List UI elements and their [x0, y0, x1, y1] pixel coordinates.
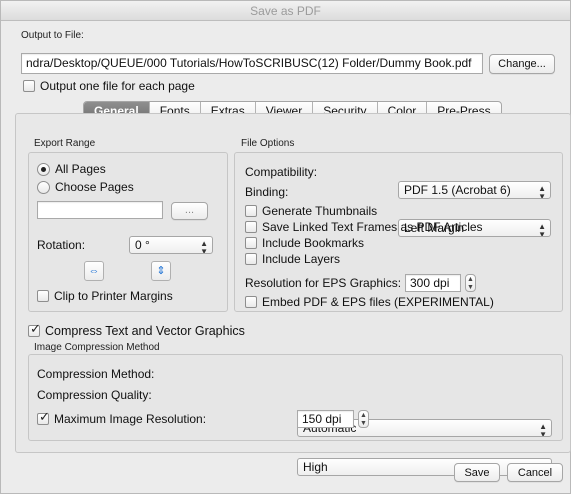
one-file-each-page-checkbox[interactable]: [23, 80, 35, 92]
rotation-value: 0 °: [135, 238, 150, 252]
compatibility-label: Compatibility:: [245, 165, 318, 179]
save-linked-frames-checkbox[interactable]: [245, 221, 257, 233]
save-linked-frames-option[interactable]: Save Linked Text Frames as PDF Articles: [245, 220, 483, 234]
max-image-resolution-checkbox[interactable]: ✓: [37, 409, 50, 425]
eps-resolution-stepper-icon[interactable]: ▲ ▼: [465, 274, 476, 292]
eps-resolution-label: Resolution for EPS Graphics:: [245, 276, 402, 290]
rotation-label: Rotation:: [37, 238, 86, 252]
max-image-resolution-input[interactable]: 150 dpi: [297, 410, 354, 428]
generate-thumbnails-checkbox[interactable]: [245, 205, 257, 217]
select-arrows-icon: ▲▼: [200, 239, 208, 254]
one-file-each-page-label: Output one file for each page: [40, 79, 195, 93]
generate-thumbnails-option[interactable]: Generate Thumbnails: [245, 204, 377, 218]
choose-pages-browse-button[interactable]: ...: [171, 202, 208, 220]
select-arrows-icon: ▲▼: [538, 222, 546, 237]
rotate-vertical-icon[interactable]: ⇕: [151, 261, 171, 281]
include-bookmarks-checkbox[interactable]: [245, 237, 257, 249]
compression-quality-label: Compression Quality:: [37, 388, 152, 402]
output-to-file-label: Output to File:: [21, 30, 84, 41]
include-layers-checkbox[interactable]: [245, 253, 257, 265]
all-pages-label: All Pages: [55, 162, 106, 176]
generate-thumbnails-label: Generate Thumbnails: [262, 204, 378, 218]
embed-pdf-eps-label: Embed PDF & EPS files (EXPERIMENTAL): [262, 295, 494, 309]
binding-label: Binding:: [245, 185, 289, 199]
choose-pages-label: Choose Pages: [55, 180, 134, 194]
max-image-resolution-label: Maximum Image Resolution:: [54, 412, 207, 426]
include-bookmarks-label: Include Bookmarks: [262, 236, 365, 250]
compress-vector-label: Compress Text and Vector Graphics: [45, 324, 245, 338]
save-linked-frames-label: Save Linked Text Frames as PDF Articles: [262, 220, 483, 234]
export-range-panel: [28, 152, 228, 312]
checkmark-icon: ✓: [30, 321, 41, 336]
include-layers-option[interactable]: Include Layers: [245, 252, 340, 266]
output-path-input[interactable]: ndra/Desktop/QUEUE/000 Tutorials/HowToSC…: [21, 53, 483, 74]
one-file-each-page-option[interactable]: Output one file for each page: [23, 79, 195, 93]
all-pages-option[interactable]: All Pages: [37, 162, 106, 176]
window-title: Save as PDF: [1, 1, 570, 21]
clip-margins-checkbox[interactable]: [37, 290, 49, 302]
compress-vector-option[interactable]: ✓ Compress Text and Vector Graphics: [28, 321, 245, 338]
change-button[interactable]: Change...: [489, 54, 555, 74]
pages-input[interactable]: [37, 201, 163, 219]
all-pages-radio[interactable]: [37, 162, 50, 176]
checkmark-icon: ✓: [39, 409, 50, 424]
compatibility-value: PDF 1.5 (Acrobat 6): [404, 183, 511, 197]
select-arrows-icon: ▲▼: [539, 422, 547, 437]
clip-margins-label: Clip to Printer Margins: [54, 289, 173, 303]
save-button[interactable]: Save: [454, 463, 500, 482]
include-layers-label: Include Layers: [262, 252, 341, 266]
compression-method-label: Compression Method:: [37, 367, 155, 381]
compatibility-select[interactable]: PDF 1.5 (Acrobat 6) ▲ ▼: [398, 181, 551, 199]
select-arrows-icon: ▲▼: [538, 184, 546, 199]
max-image-resolution-option[interactable]: ✓ Maximum Image Resolution:: [37, 409, 207, 426]
choose-pages-option[interactable]: Choose Pages: [37, 180, 134, 194]
clip-margins-option[interactable]: Clip to Printer Margins: [37, 289, 173, 303]
save-as-pdf-dialog: Save as PDF Output to File: ndra/Desktop…: [0, 0, 571, 494]
choose-pages-radio[interactable]: [37, 180, 50, 194]
compress-vector-checkbox[interactable]: ✓: [28, 321, 41, 337]
rotate-horizontal-icon[interactable]: ⇔: [84, 261, 104, 281]
compression-quality-value: High: [303, 460, 328, 474]
file-options-title: File Options: [241, 138, 295, 149]
embed-pdf-eps-checkbox[interactable]: [245, 296, 257, 308]
cancel-button[interactable]: Cancel: [507, 463, 563, 482]
eps-resolution-input[interactable]: 300 dpi: [405, 274, 461, 292]
include-bookmarks-option[interactable]: Include Bookmarks: [245, 236, 364, 250]
export-range-title: Export Range: [34, 138, 96, 149]
rotation-select[interactable]: 0 ° ▲ ▼: [129, 236, 213, 254]
max-image-resolution-stepper-icon[interactable]: ▲ ▼: [358, 410, 369, 428]
image-compression-title: Image Compression Method: [34, 342, 160, 353]
embed-pdf-eps-option[interactable]: Embed PDF & EPS files (EXPERIMENTAL): [245, 295, 494, 309]
